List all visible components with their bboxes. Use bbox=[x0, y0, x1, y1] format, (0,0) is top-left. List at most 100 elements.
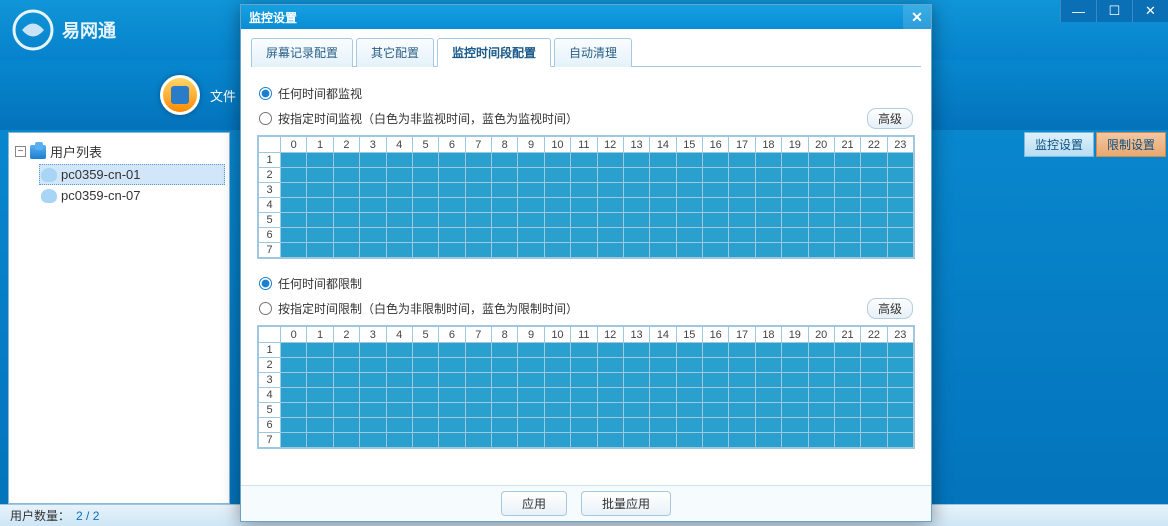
schedule-cell[interactable] bbox=[782, 373, 808, 388]
schedule-cell[interactable] bbox=[782, 243, 808, 258]
schedule-cell[interactable] bbox=[307, 433, 333, 448]
schedule-cell[interactable] bbox=[439, 403, 465, 418]
schedule-cell[interactable] bbox=[703, 388, 729, 403]
schedule-cell[interactable] bbox=[703, 373, 729, 388]
schedule-cell[interactable] bbox=[834, 213, 860, 228]
schedule-cell[interactable] bbox=[492, 198, 518, 213]
schedule-cell[interactable] bbox=[861, 228, 887, 243]
schedule-cell[interactable] bbox=[676, 228, 702, 243]
schedule-cell[interactable] bbox=[333, 433, 359, 448]
schedule-cell[interactable] bbox=[465, 403, 491, 418]
schedule-cell[interactable] bbox=[465, 183, 491, 198]
schedule-cell[interactable] bbox=[333, 343, 359, 358]
schedule-cell[interactable] bbox=[861, 373, 887, 388]
schedule-cell[interactable] bbox=[465, 213, 491, 228]
schedule-cell[interactable] bbox=[782, 388, 808, 403]
schedule-cell[interactable] bbox=[808, 153, 834, 168]
schedule-cell[interactable] bbox=[412, 168, 438, 183]
schedule-cell[interactable] bbox=[281, 373, 307, 388]
schedule-cell[interactable] bbox=[861, 418, 887, 433]
schedule-cell[interactable] bbox=[386, 183, 412, 198]
file-icon[interactable] bbox=[160, 75, 200, 115]
schedule-cell[interactable] bbox=[492, 373, 518, 388]
schedule-cell[interactable] bbox=[518, 213, 544, 228]
schedule-cell[interactable] bbox=[597, 358, 623, 373]
tree-root[interactable]: − 用户列表 bbox=[13, 139, 225, 164]
tab-time-config[interactable]: 监控时间段配置 bbox=[437, 38, 551, 67]
schedule-cell[interactable] bbox=[360, 198, 386, 213]
schedule-cell[interactable] bbox=[518, 403, 544, 418]
schedule-cell[interactable] bbox=[676, 213, 702, 228]
schedule-cell[interactable] bbox=[360, 153, 386, 168]
schedule-cell[interactable] bbox=[439, 388, 465, 403]
schedule-cell[interactable] bbox=[465, 358, 491, 373]
schedule-cell[interactable] bbox=[412, 198, 438, 213]
schedule-cell[interactable] bbox=[518, 198, 544, 213]
schedule-cell[interactable] bbox=[333, 243, 359, 258]
schedule-cell[interactable] bbox=[281, 168, 307, 183]
schedule-cell[interactable] bbox=[386, 243, 412, 258]
schedule-cell[interactable] bbox=[887, 433, 913, 448]
schedule-cell[interactable] bbox=[518, 388, 544, 403]
schedule-cell[interactable] bbox=[544, 183, 570, 198]
schedule-cell[interactable] bbox=[281, 418, 307, 433]
schedule-cell[interactable] bbox=[360, 388, 386, 403]
schedule-cell[interactable] bbox=[834, 418, 860, 433]
schedule-cell[interactable] bbox=[360, 243, 386, 258]
schedule-cell[interactable] bbox=[465, 388, 491, 403]
schedule-cell[interactable] bbox=[782, 198, 808, 213]
schedule-cell[interactable] bbox=[544, 418, 570, 433]
schedule-cell[interactable] bbox=[676, 373, 702, 388]
schedule-cell[interactable] bbox=[465, 343, 491, 358]
schedule-cell[interactable] bbox=[623, 358, 649, 373]
schedule-cell[interactable] bbox=[518, 168, 544, 183]
schedule-cell[interactable] bbox=[887, 373, 913, 388]
schedule-cell[interactable] bbox=[571, 343, 597, 358]
schedule-cell[interactable] bbox=[729, 243, 755, 258]
schedule-cell[interactable] bbox=[386, 168, 412, 183]
schedule-cell[interactable] bbox=[650, 358, 676, 373]
schedule-cell[interactable] bbox=[676, 418, 702, 433]
schedule-cell[interactable] bbox=[861, 153, 887, 168]
schedule-cell[interactable] bbox=[755, 418, 781, 433]
schedule-cell[interactable] bbox=[281, 358, 307, 373]
schedule-cell[interactable] bbox=[492, 433, 518, 448]
schedule-cell[interactable] bbox=[307, 243, 333, 258]
schedule-cell[interactable] bbox=[544, 388, 570, 403]
schedule-cell[interactable] bbox=[386, 388, 412, 403]
schedule-cell[interactable] bbox=[333, 388, 359, 403]
schedule-cell[interactable] bbox=[597, 213, 623, 228]
schedule-cell[interactable] bbox=[729, 228, 755, 243]
schedule-cell[interactable] bbox=[676, 198, 702, 213]
schedule-cell[interactable] bbox=[597, 183, 623, 198]
radio-any-limit[interactable] bbox=[259, 277, 272, 290]
schedule-cell[interactable] bbox=[412, 418, 438, 433]
schedule-cell[interactable] bbox=[834, 388, 860, 403]
schedule-cell[interactable] bbox=[439, 168, 465, 183]
schedule-cell[interactable] bbox=[307, 213, 333, 228]
schedule-cell[interactable] bbox=[623, 388, 649, 403]
schedule-cell[interactable] bbox=[465, 168, 491, 183]
schedule-cell[interactable] bbox=[544, 213, 570, 228]
schedule-cell[interactable] bbox=[834, 373, 860, 388]
schedule-cell[interactable] bbox=[887, 243, 913, 258]
apply-button[interactable]: 应用 bbox=[501, 491, 567, 516]
schedule-cell[interactable] bbox=[755, 213, 781, 228]
schedule-cell[interactable] bbox=[386, 358, 412, 373]
schedule-cell[interactable] bbox=[597, 343, 623, 358]
schedule-cell[interactable] bbox=[492, 243, 518, 258]
schedule-cell[interactable] bbox=[544, 358, 570, 373]
schedule-cell[interactable] bbox=[439, 183, 465, 198]
schedule-cell[interactable] bbox=[544, 228, 570, 243]
schedule-cell[interactable] bbox=[861, 243, 887, 258]
schedule-cell[interactable] bbox=[333, 183, 359, 198]
schedule-cell[interactable] bbox=[597, 198, 623, 213]
schedule-cell[interactable] bbox=[808, 403, 834, 418]
schedule-cell[interactable] bbox=[597, 373, 623, 388]
schedule-cell[interactable] bbox=[412, 388, 438, 403]
schedule-cell[interactable] bbox=[782, 168, 808, 183]
schedule-cell[interactable] bbox=[861, 213, 887, 228]
schedule-cell[interactable] bbox=[703, 168, 729, 183]
schedule-cell[interactable] bbox=[676, 183, 702, 198]
schedule-cell[interactable] bbox=[307, 403, 333, 418]
